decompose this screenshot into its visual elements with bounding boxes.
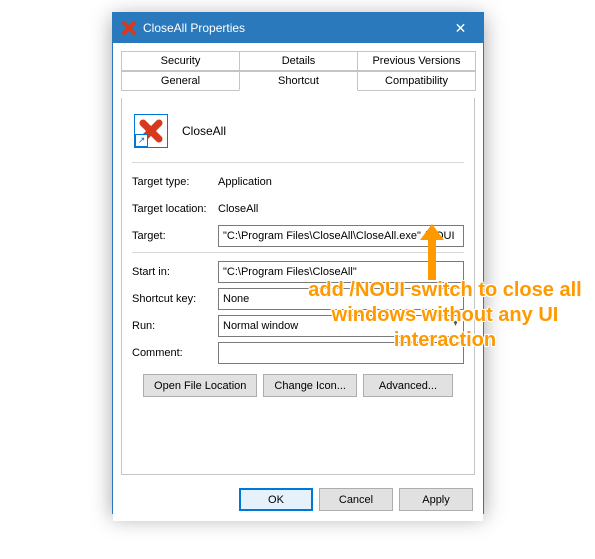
advanced-button[interactable]: Advanced... (363, 374, 453, 397)
comment-input[interactable] (218, 342, 464, 364)
tab-security[interactable]: Security (121, 51, 240, 71)
close-icon: ✕ (455, 20, 467, 37)
shortcut-header: ↗ CloseAll (132, 110, 464, 158)
comment-label: Comment: (132, 347, 218, 359)
dialog-buttons: OK Cancel Apply (239, 488, 473, 511)
target-location-label: Target location: (132, 203, 218, 215)
tab-general[interactable]: General (121, 71, 240, 91)
tab-details[interactable]: Details (239, 51, 358, 71)
client-area: Security Details Previous Versions Gener… (113, 51, 483, 521)
target-type-label: Target type: (132, 176, 218, 188)
start-in-input[interactable] (218, 261, 464, 283)
closeall-icon (121, 20, 137, 36)
titlebar[interactable]: CloseAll Properties ✕ (113, 13, 483, 43)
properties-window: CloseAll Properties ✕ Security Details P… (112, 12, 484, 514)
apply-button[interactable]: Apply (399, 488, 473, 511)
separator (132, 162, 464, 163)
cancel-button[interactable]: Cancel (319, 488, 393, 511)
target-type-value: Application (218, 176, 272, 188)
tab-previous-versions[interactable]: Previous Versions (357, 51, 476, 71)
tab-shortcut[interactable]: Shortcut (239, 71, 358, 91)
run-select[interactable] (218, 315, 464, 337)
separator (132, 252, 464, 253)
target-label: Target: (132, 230, 218, 242)
shortcut-key-label: Shortcut key: (132, 293, 218, 305)
change-icon-button[interactable]: Change Icon... (263, 374, 357, 397)
run-label: Run: (132, 320, 218, 332)
target-input[interactable] (218, 225, 464, 247)
tab-body: ↗ CloseAll Target type: Application Targ… (121, 98, 475, 475)
shortcut-badge-icon: ↗ (135, 134, 148, 147)
tab-compatibility[interactable]: Compatibility (357, 71, 476, 91)
open-file-location-button[interactable]: Open File Location (143, 374, 257, 397)
app-name-label: CloseAll (182, 124, 226, 138)
ok-button[interactable]: OK (239, 488, 313, 511)
target-location-value: CloseAll (218, 203, 258, 215)
shortcut-key-input[interactable] (218, 288, 464, 310)
app-shortcut-icon: ↗ (134, 114, 168, 148)
window-title: CloseAll Properties (143, 21, 245, 35)
window-close-button[interactable]: ✕ (438, 13, 483, 43)
tab-strip: Security Details Previous Versions Gener… (121, 51, 475, 91)
start-in-label: Start in: (132, 266, 218, 278)
